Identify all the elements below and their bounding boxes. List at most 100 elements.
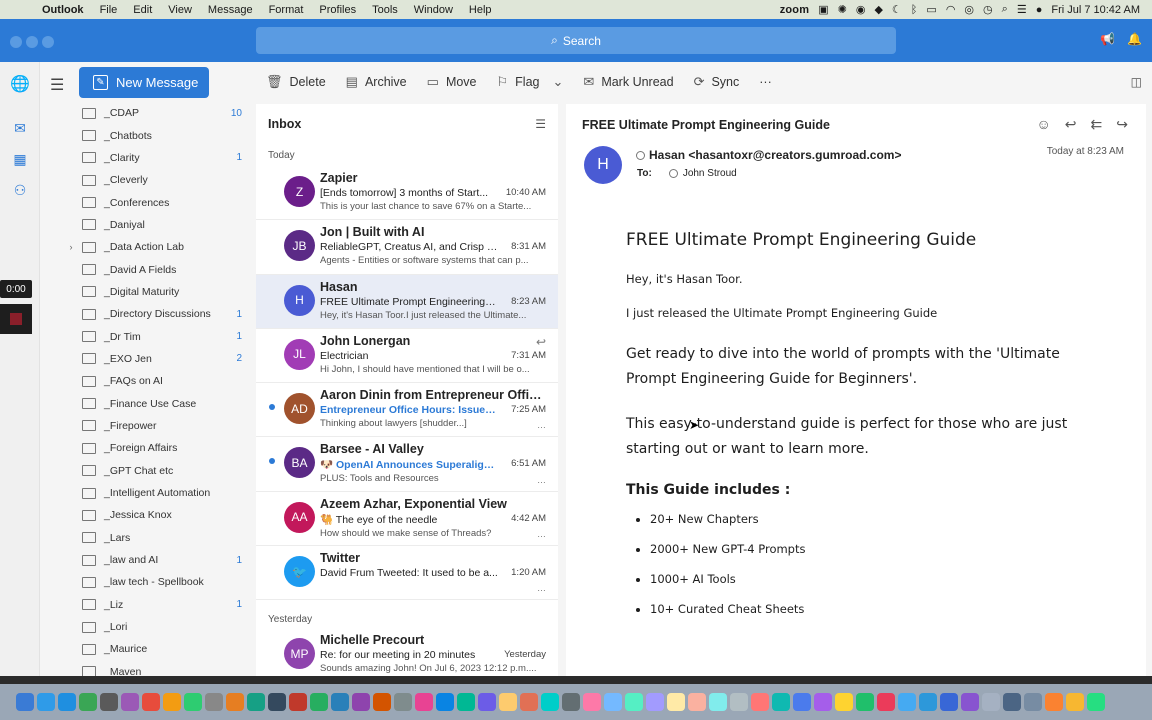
menu-message[interactable]: Message <box>200 4 261 16</box>
menu-tools[interactable]: Tools <box>364 4 406 16</box>
dock-app-icon[interactable] <box>37 693 55 711</box>
status-icon-4[interactable]: ◆ <box>874 3 882 16</box>
dock-app-icon[interactable] <box>814 693 832 711</box>
dock-app-icon[interactable] <box>205 693 223 711</box>
dock-app-icon[interactable] <box>625 693 643 711</box>
chevron-down-icon[interactable]: ⌄ <box>553 74 564 90</box>
dock-app-icon[interactable] <box>121 693 139 711</box>
folder-item[interactable]: _Cleverly <box>60 169 252 191</box>
dock-app-icon[interactable] <box>1087 693 1105 711</box>
dock-app-icon[interactable] <box>1045 693 1063 711</box>
folder-item[interactable]: _Lori <box>60 616 252 638</box>
folder-item[interactable]: _Liz 1 <box>60 594 252 616</box>
folder-item[interactable]: _Finance Use Case <box>60 392 252 414</box>
more-dots-icon[interactable]: … <box>537 583 546 593</box>
folder-item[interactable]: _Digital Maturity <box>60 281 252 303</box>
dock-app-icon[interactable] <box>583 693 601 711</box>
dock-app-icon[interactable] <box>184 693 202 711</box>
dock-app-icon[interactable] <box>415 693 433 711</box>
dock-app-icon[interactable] <box>289 693 307 711</box>
dock-app-icon[interactable] <box>142 693 160 711</box>
dock-app-icon[interactable] <box>709 693 727 711</box>
close-window-button[interactable] <box>10 36 22 48</box>
dock-app-icon[interactable] <box>457 693 475 711</box>
dock-app-icon[interactable] <box>16 693 34 711</box>
message-item[interactable]: BA Barsee - AI Valley 🐶 OpenAI Announces S… <box>256 437 558 492</box>
folder-item[interactable]: _Clarity 1 <box>60 147 252 169</box>
menu-edit[interactable]: Edit <box>125 4 160 16</box>
menu-help[interactable]: Help <box>461 4 500 16</box>
folder-item[interactable]: _EXO Jen 2 <box>60 348 252 370</box>
moon-icon[interactable]: ☾ <box>892 3 902 16</box>
folder-item[interactable]: _David A Fields <box>60 258 252 280</box>
dock-app-icon[interactable] <box>751 693 769 711</box>
folder-item[interactable]: _Intelligent Automation <box>60 482 252 504</box>
message-item[interactable]: JL John Lonergan Electrician 7:31 AM Hi John… <box>256 329 558 384</box>
bell-icon[interactable]: 🔔 <box>1127 32 1142 46</box>
chevron-right-icon[interactable]: › <box>60 242 82 252</box>
bluetooth-icon[interactable]: ᛒ <box>911 4 918 16</box>
dock-app-icon[interactable] <box>100 693 118 711</box>
megaphone-icon[interactable]: 📢 <box>1100 32 1115 46</box>
more-dots-icon[interactable]: … <box>537 529 546 539</box>
status-icon-1[interactable]: ▣ <box>818 3 828 16</box>
dock-app-icon[interactable] <box>919 693 937 711</box>
control-center-icon[interactable]: ☰ <box>1017 3 1027 16</box>
dock-app-icon[interactable] <box>331 693 349 711</box>
dock-app-icon[interactable] <box>940 693 958 711</box>
dock-app-icon[interactable] <box>835 693 853 711</box>
zoom-window-button[interactable] <box>42 36 54 48</box>
folder-item[interactable]: _Jessica Knox <box>60 504 252 526</box>
dock-app-icon[interactable] <box>898 693 916 711</box>
dock-app-icon[interactable] <box>226 693 244 711</box>
dock-app-icon[interactable] <box>310 693 328 711</box>
recipient-name[interactable]: John Stroud <box>683 168 737 179</box>
dock-app-icon[interactable] <box>394 693 412 711</box>
archive-button[interactable]: ▤ Archive <box>336 74 417 90</box>
dock-app-icon[interactable] <box>247 693 265 711</box>
message-item[interactable]: JB Jon | Built with AI ReliableGPT, Creatu… <box>256 220 558 275</box>
message-item[interactable]: 🐦 Twitter David Frum Tweeted: It used to b… <box>256 546 558 601</box>
menu-app-name[interactable]: Outlook <box>34 4 92 16</box>
folder-item[interactable]: _Lars <box>60 527 252 549</box>
dock-app-icon[interactable] <box>499 693 517 711</box>
menu-view[interactable]: View <box>160 4 200 16</box>
dock-app-icon[interactable] <box>646 693 664 711</box>
folder-item[interactable]: _law and AI 1 <box>60 549 252 571</box>
folder-item[interactable]: _Chatbots <box>60 124 252 146</box>
reading-pane-toggle-icon[interactable]: ◫ <box>1131 75 1142 89</box>
folder-item[interactable]: _Maurice <box>60 638 252 660</box>
filter-icon[interactable]: ☰ <box>535 117 546 131</box>
more-dots-icon[interactable]: … <box>537 475 546 485</box>
more-options-button[interactable]: ··· <box>749 75 782 89</box>
dock-app-icon[interactable] <box>1003 693 1021 711</box>
user-icon[interactable]: ◎ <box>964 3 974 16</box>
dock-app-icon[interactable] <box>58 693 76 711</box>
dock-app-icon[interactable] <box>961 693 979 711</box>
wifi-icon[interactable]: ◠ <box>946 3 956 16</box>
folder-item[interactable]: › _Data Action Lab <box>60 236 252 258</box>
dock-app-icon[interactable] <box>562 693 580 711</box>
folder-item[interactable]: _Directory Discussions 1 <box>60 303 252 325</box>
flag-button[interactable]: ⚐ Flag ⌄ <box>487 74 574 90</box>
folder-item[interactable]: _Firepower <box>60 415 252 437</box>
minimize-window-button[interactable] <box>26 36 38 48</box>
spotlight-icon[interactable]: ⌕ <box>1002 3 1008 16</box>
menu-profiles[interactable]: Profiles <box>311 4 364 16</box>
message-item[interactable]: Z Zapier [Ends tomorrow] 3 months of Start… <box>256 166 558 221</box>
record-stop-button[interactable] <box>0 304 32 334</box>
delete-button[interactable]: 🗑 Delete <box>256 74 336 90</box>
mail-icon[interactable]: ✉ <box>0 120 40 137</box>
sender-line[interactable]: Hasan <hasantoxr@creators.gumroad.com> <box>636 148 901 162</box>
zoom-status-icon[interactable]: zoom <box>780 4 810 16</box>
message-item[interactable]: H Hasan FREE Ultimate Prompt Engineering G… <box>256 274 558 329</box>
folder-item[interactable]: _Dr Tim 1 <box>60 325 252 347</box>
emoji-react-icon[interactable]: ☺ <box>1037 116 1051 133</box>
folder-item[interactable]: _law tech - Spellbook <box>60 571 252 593</box>
dock-app-icon[interactable] <box>163 693 181 711</box>
status-icon-2[interactable]: ✺ <box>838 3 847 16</box>
dock-app-icon[interactable] <box>793 693 811 711</box>
dock-app-icon[interactable] <box>373 693 391 711</box>
message-item[interactable]: MP Michelle Precourt Re: for our meeting i… <box>256 628 558 676</box>
dock-app-icon[interactable] <box>856 693 874 711</box>
